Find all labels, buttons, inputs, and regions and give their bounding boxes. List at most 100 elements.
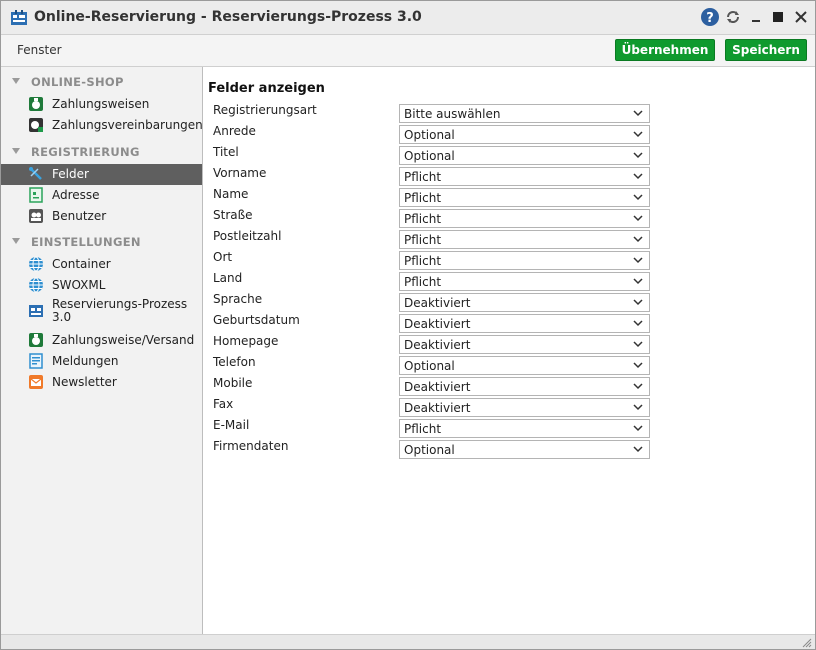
chevron-down-icon [633, 362, 643, 369]
apply-button[interactable]: Übernehmen [615, 39, 715, 61]
field-label: Postleitzahl [213, 229, 282, 243]
field-select[interactable]: Pflicht [399, 272, 650, 291]
toolbar: Fenster Übernehmen Speichern [1, 35, 815, 67]
section-title: EINSTELLUNGEN [31, 235, 141, 249]
svg-text:?: ? [706, 11, 714, 26]
section-einstellungen[interactable]: EINSTELLUNGEN [1, 232, 202, 252]
sidebar-item-label: Zahlungsvereinbarungen [52, 118, 203, 132]
sidebar-item-zahlungsweisen[interactable]: Zahlungsweisen [1, 94, 202, 115]
field-select[interactable]: Deaktiviert [399, 398, 650, 417]
field-select[interactable]: Pflicht [399, 419, 650, 438]
newsletter-icon [29, 375, 43, 389]
field-label: Homepage [213, 334, 279, 348]
field-select[interactable]: Pflicht [399, 251, 650, 270]
chevron-down-icon [633, 215, 643, 222]
main-content: Felder anzeigen Registrierungsart Bitte a… [203, 67, 815, 634]
sidebar-item-reservierungs-prozess[interactable]: Reservierungs-Prozess 3.0 [1, 296, 202, 328]
chevron-down-icon [633, 257, 643, 264]
title-bar: Online-Reservierung - Reservierungs-Proz… [1, 1, 815, 35]
section-registrierung[interactable]: REGISTRIERUNG [1, 142, 202, 162]
chevron-down-icon [633, 299, 643, 306]
sidebar-item-label: Reservierungs-Prozess 3.0 [52, 297, 188, 324]
section-title: ONLINE-SHOP [31, 75, 124, 89]
field-select[interactable]: Optional [399, 356, 650, 375]
sidebar-item-swoxml[interactable]: SWOXML [1, 275, 202, 296]
section-online-shop[interactable]: ONLINE-SHOP [1, 72, 202, 92]
field-select-value: Pflicht [404, 254, 442, 268]
collapse-triangle-icon [12, 148, 20, 154]
chevron-down-icon [633, 152, 643, 159]
sidebar-item-label: Zahlungsweisen [52, 97, 150, 111]
field-label: Registrierungsart [213, 103, 317, 117]
field-select-value: Bitte auswählen [404, 107, 501, 121]
field-select[interactable]: Optional [399, 146, 650, 165]
field-label: Sprache [213, 292, 263, 306]
field-select-value: Deaktiviert [404, 338, 471, 352]
field-label: Straße [213, 208, 253, 222]
sidebar: ONLINE-SHOP Zahlungsweisen Zahlungsverei… [1, 67, 203, 634]
collapse-triangle-icon [12, 78, 20, 84]
minimize-icon[interactable] [746, 7, 766, 27]
field-select[interactable]: Pflicht [399, 209, 650, 228]
messages-icon [29, 353, 43, 369]
chevron-down-icon [633, 425, 643, 432]
field-label: Telefon [213, 355, 256, 369]
resize-grip-icon[interactable] [802, 638, 812, 648]
sidebar-item-zahlungsweise-versand[interactable]: Zahlungsweise/Versand [1, 330, 202, 351]
save-button[interactable]: Speichern [725, 39, 807, 61]
field-select[interactable]: Deaktiviert [399, 377, 650, 396]
field-select[interactable]: Deaktiviert [399, 314, 650, 333]
field-label: Fax [213, 397, 234, 411]
field-select[interactable]: Deaktiviert [399, 293, 650, 312]
field-select-value: Pflicht [404, 275, 442, 289]
field-label: Name [213, 187, 249, 201]
field-select-value: Pflicht [404, 233, 442, 247]
globe-icon [29, 256, 43, 272]
sidebar-item-felder[interactable]: Felder [1, 164, 202, 185]
users-icon [29, 209, 43, 223]
field-select-value: Deaktiviert [404, 296, 471, 310]
field-label: Land [213, 271, 243, 285]
menu-fenster[interactable]: Fenster [17, 43, 62, 57]
sidebar-item-label: Newsletter [52, 375, 117, 389]
field-label: E-Mail [213, 418, 250, 432]
chevron-down-icon [633, 278, 643, 285]
app-window: Online-Reservierung - Reservierungs-Proz… [0, 0, 816, 650]
chevron-down-icon [633, 341, 643, 348]
field-select[interactable]: Deaktiviert [399, 335, 650, 354]
refresh-icon[interactable] [723, 7, 743, 27]
sidebar-item-adresse[interactable]: Adresse [1, 185, 202, 206]
sidebar-item-label: Container [52, 257, 111, 271]
chevron-down-icon [633, 194, 643, 201]
field-label: Mobile [213, 376, 253, 390]
field-select-value: Deaktiviert [404, 401, 471, 415]
globe-icon [29, 277, 43, 293]
chevron-down-icon [633, 446, 643, 453]
sidebar-item-container[interactable]: Container [1, 254, 202, 275]
field-select[interactable]: Optional [399, 125, 650, 144]
chevron-down-icon [633, 131, 643, 138]
field-select[interactable]: Pflicht [399, 188, 650, 207]
chevron-down-icon [633, 236, 643, 243]
shipping-icon [29, 333, 43, 347]
sidebar-item-zahlungsvereinbarungen[interactable]: Zahlungsvereinbarungen [1, 115, 203, 136]
maximize-icon[interactable] [768, 7, 788, 27]
field-select[interactable]: Pflicht [399, 167, 650, 186]
field-select[interactable]: Optional [399, 440, 650, 459]
help-icon[interactable]: ? [700, 7, 720, 27]
field-select-value: Deaktiviert [404, 380, 471, 394]
field-select-value: Pflicht [404, 191, 442, 205]
field-select-value: Pflicht [404, 422, 442, 436]
field-label: Ort [213, 250, 233, 264]
field-label: Vorname [213, 166, 267, 180]
status-bar [1, 634, 815, 649]
field-select[interactable]: Pflicht [399, 230, 650, 249]
reservation-process-icon [29, 305, 43, 317]
chevron-down-icon [633, 383, 643, 390]
close-icon[interactable] [791, 7, 811, 27]
sidebar-item-meldungen[interactable]: Meldungen [1, 351, 202, 372]
fields-icon [29, 167, 42, 180]
sidebar-item-newsletter[interactable]: Newsletter [1, 372, 202, 393]
sidebar-item-benutzer[interactable]: Benutzer [1, 206, 202, 227]
field-select[interactable]: Bitte auswählen [399, 104, 650, 123]
